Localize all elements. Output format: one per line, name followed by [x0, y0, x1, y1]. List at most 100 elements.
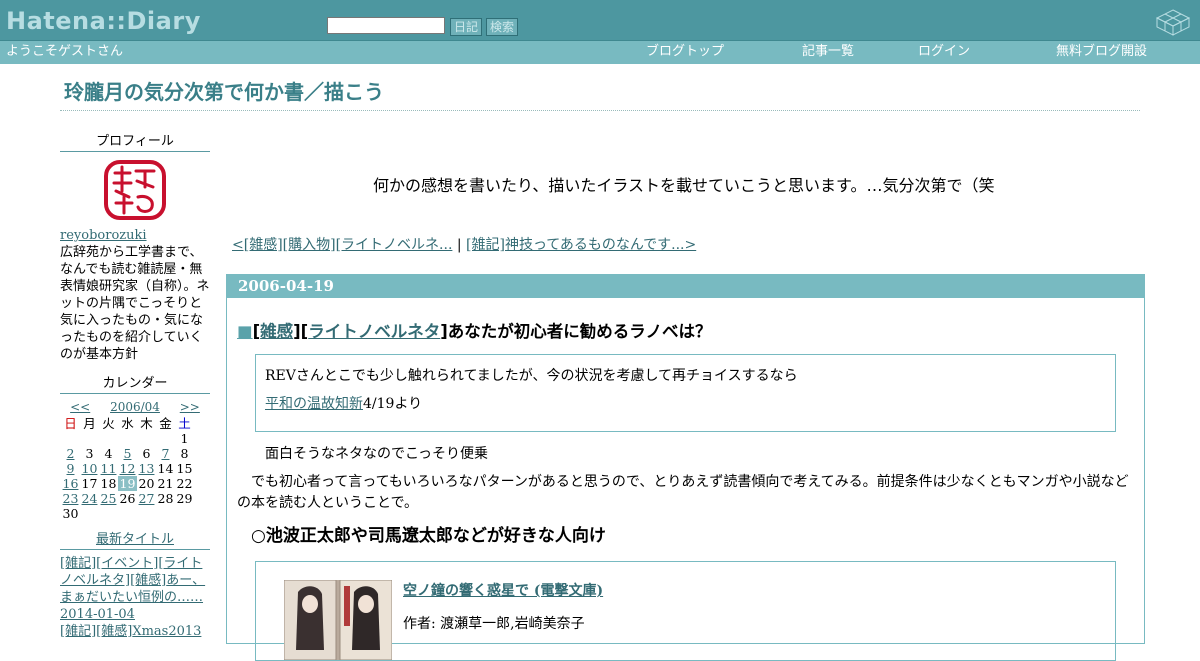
calendar-day: 2: [61, 446, 80, 461]
latest-item-link[interactable]: [雑記]: [60, 556, 96, 571]
calendar-day: [118, 506, 137, 521]
diary-description: 何かの感想を書いたり、描いたイラストを載せていこうと思います。…気分次第で（笑: [373, 176, 995, 195]
calendar-day: 6: [142, 446, 151, 461]
book-title-link[interactable]: 空ノ鐘の響く惑星で (電撃文庫): [403, 582, 603, 600]
calendar-day: 14: [157, 461, 174, 476]
calendar-weekday: 日: [64, 416, 77, 431]
calendar-day-link[interactable]: 24: [82, 491, 98, 506]
quote-source-link[interactable]: 平和の温故知新: [265, 396, 363, 412]
subheading: ○池波正太郎や司馬遼太郎などが好きな人向け: [251, 526, 606, 546]
latest-item: [雑記][イベント][ライトノベルネタ][雑感]あー、まぁだいたい恒例の……: [60, 555, 210, 606]
pager: <[雑感][購入物][ライトノベルネ... | [雑記]神技ってあるものなんです…: [232, 236, 696, 254]
quote-source-suffix: 4/19より: [363, 396, 423, 412]
calendar-day: 29: [176, 491, 193, 506]
calendar-day-link[interactable]: 5: [124, 446, 132, 461]
calendar-day: 17: [81, 476, 98, 491]
calendar-day-link[interactable]: 10: [82, 461, 98, 476]
diary-title[interactable]: 玲朧月の気分次第で何か書／描こう: [64, 78, 384, 106]
entry-date[interactable]: 2006-04-19: [227, 275, 1144, 298]
calendar-next-link[interactable]: >>: [180, 400, 200, 414]
calendar-day: [175, 506, 194, 521]
calendar-day: 4: [104, 446, 113, 461]
latest-item-date[interactable]: 2014-01-04: [60, 606, 210, 623]
calendar-month-link[interactable]: 2006/04: [110, 400, 160, 414]
calendar-day: 27: [137, 491, 156, 506]
calendar-day: 22: [176, 476, 193, 491]
calendar-day-link[interactable]: 23: [63, 491, 79, 506]
latest-item-link[interactable]: Xmas2013: [132, 624, 201, 639]
latest-item-link[interactable]: [雑感]: [130, 573, 166, 588]
diary-search-button[interactable]: 日記: [450, 18, 483, 36]
calendar: 日月火水木金土 1 2 3 4 5 6 7 8 9 10 11 12 13 14 15 16 17 18 19 20 2…: [61, 416, 194, 521]
calendar-week-row: 30: [61, 506, 194, 521]
nav-blog-top[interactable]: ブログトップ: [646, 44, 724, 60]
book-cover-image[interactable]: [284, 580, 392, 660]
latest-item: [雑記][雑感]Xmas2013: [60, 623, 210, 640]
calendar-day: 30: [62, 506, 79, 521]
nav-free-blog[interactable]: 無料ブログ開設: [1056, 44, 1147, 60]
calendar-day: 24: [80, 491, 99, 506]
paragraph: でも初心者って言ってもいろいろなパターンがあると思うので、とりあえず読書傾向で考…: [237, 474, 1129, 511]
latest-heading-link[interactable]: 最新タイトル: [96, 532, 174, 547]
calendar-weekday-row: 日月火水木金土: [61, 416, 194, 431]
profile-text: 広辞苑から工学書まで、なんでも読む雑読屋・無表情娘研究家（自称）。ネットの片隅で…: [60, 245, 210, 362]
calendar-heading: カレンダー: [60, 375, 210, 394]
welcome-text: ようこそゲストさん: [6, 44, 124, 59]
calendar-day: 8: [180, 446, 189, 461]
quote-source: 平和の温故知新4/19より: [265, 390, 1106, 418]
calendar-day: 7: [156, 446, 175, 461]
nav-login[interactable]: ログイン: [918, 44, 970, 60]
calendar-weekday: 月: [83, 416, 96, 431]
search-input[interactable]: [327, 17, 445, 34]
calendar-day-link[interactable]: 9: [67, 461, 75, 476]
calendar-day: 1: [180, 431, 189, 446]
calendar-day: 12: [118, 461, 137, 476]
calendar-day: [137, 506, 156, 521]
pager-separator: |: [452, 237, 467, 253]
calendar-day: 19: [118, 476, 137, 491]
calendar-day-link[interactable]: 13: [139, 461, 155, 476]
latest-item-date-link[interactable]: 2014-01-04: [60, 607, 135, 622]
calendar-day: 23: [61, 491, 80, 506]
section-marker-link[interactable]: ■: [237, 322, 253, 341]
day-entry: 2006-04-19 ■[雑感][ライトノベルネタ]あなたが初心者に勧めるラノベ…: [226, 274, 1145, 661]
calendar-weekday: 木: [140, 416, 153, 431]
nav-bar: ようこそゲストさん ブログトップ 記事一覧 ログイン 無料ブログ開設: [0, 40, 1200, 64]
calendar-day-link[interactable]: 27: [139, 491, 155, 506]
calendar-day-link[interactable]: 25: [101, 491, 117, 506]
avatar[interactable]: [102, 157, 168, 223]
book-card: 空ノ鐘の響く惑星で (電撃文庫) 作者: 渡瀬草一郎,岩崎美奈子: [255, 561, 1116, 661]
calendar-day: 3: [85, 446, 94, 461]
nav-article-list[interactable]: 記事一覧: [802, 44, 854, 60]
calendar-day: 25: [99, 491, 118, 506]
category-link-lightnovel[interactable]: ライトノベルネタ: [308, 322, 440, 341]
calendar-day-link[interactable]: 7: [162, 446, 170, 461]
calendar-week-row: 2345678: [61, 446, 194, 461]
calendar-day: 16: [61, 476, 80, 491]
calendar-day: 28: [157, 491, 174, 506]
prev-entry-link[interactable]: <[雑感][購入物][ライトノベルネ...: [232, 237, 452, 253]
latest-heading[interactable]: 最新タイトル: [60, 531, 210, 550]
profile-user-link[interactable]: reyoborozuki: [60, 228, 147, 243]
calendar-day: 10: [80, 461, 99, 476]
latest-item-link[interactable]: [雑感]: [96, 624, 132, 639]
calendar-day: [99, 506, 118, 521]
section-title-text: あなたが初心者に勧めるラノベは？: [447, 322, 712, 341]
latest-item-link[interactable]: [イベント]: [96, 556, 158, 571]
calendar-day: [137, 431, 156, 446]
calendar-prev-link[interactable]: <<: [70, 400, 90, 414]
calendar-weekday: 火: [102, 416, 115, 431]
search-button[interactable]: 検索: [486, 18, 519, 36]
calendar-day-link[interactable]: 11: [101, 461, 117, 476]
calendar-day: 20: [138, 476, 155, 491]
calendar-week-row: 9 10 11 12 13 14 15: [61, 461, 194, 476]
next-entry-link[interactable]: [雑記]神技ってあるものなんです...>: [466, 237, 696, 253]
latest-item-link[interactable]: [雑記]: [60, 624, 96, 639]
hatena-diary-logo[interactable]: Hatena::Diary: [6, 9, 201, 33]
hatena-cube-icon: [1155, 9, 1191, 36]
calendar-day-link[interactable]: 12: [120, 461, 136, 476]
calendar-day-link[interactable]: 16: [63, 476, 79, 491]
calendar-day-link[interactable]: 2: [67, 446, 75, 461]
category-link-zakkan[interactable]: 雑感: [260, 322, 293, 341]
book-author: 作者: 渡瀬草一郎,岩崎美奈子: [403, 616, 585, 632]
